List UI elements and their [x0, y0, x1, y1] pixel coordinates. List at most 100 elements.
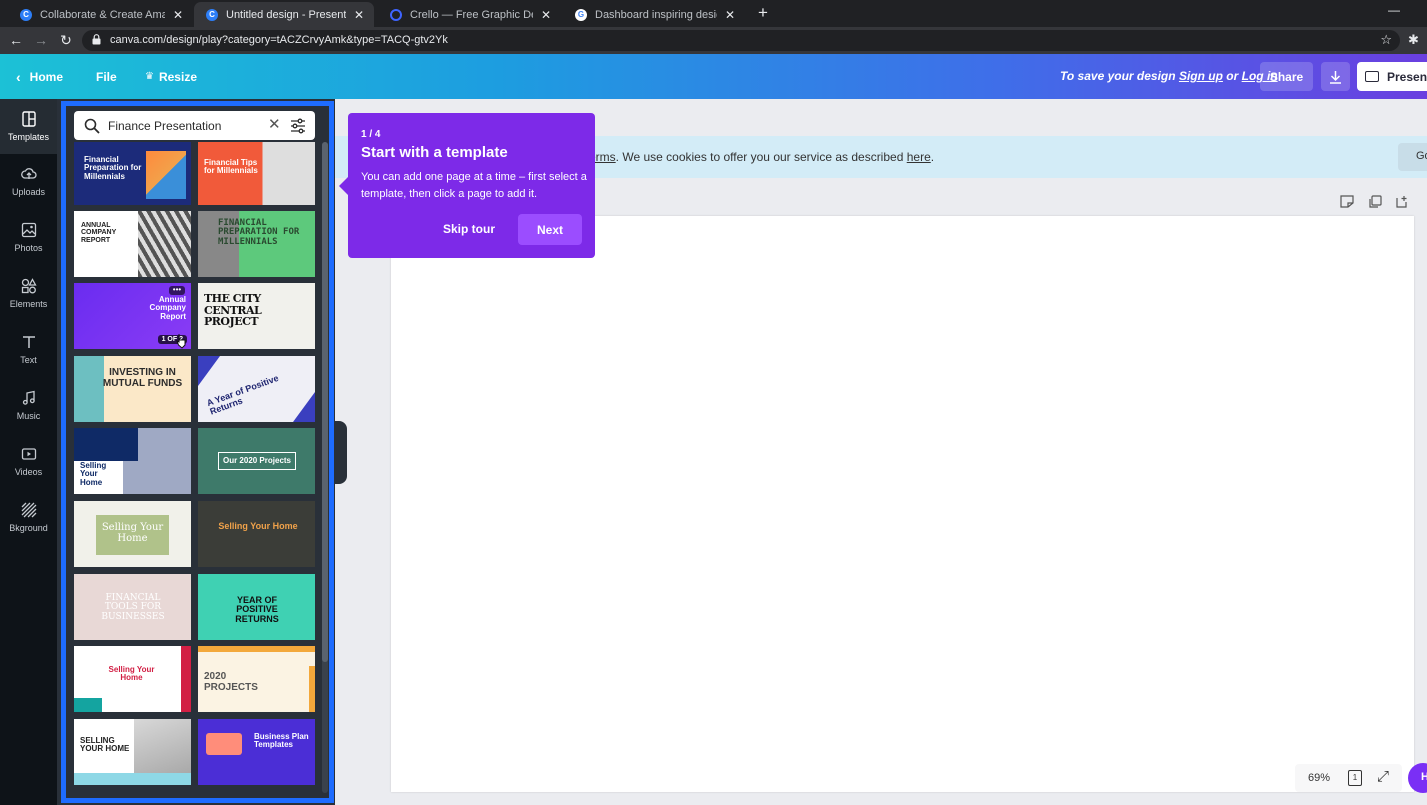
template-card[interactable]: Financial Preparation for Millennials: [74, 142, 191, 205]
duplicate-page-icon[interactable]: [1368, 195, 1382, 211]
browser-tab-active[interactable]: C Untitled design - Presentation (1 ✕: [194, 2, 374, 27]
crown-icon: ♛: [145, 71, 154, 82]
template-scrollbar[interactable]: [322, 142, 328, 793]
upload-icon: [20, 167, 37, 179]
template-title: ANNUAL COMPANY REPORT: [81, 222, 117, 244]
page-count-icon[interactable]: 1: [1348, 770, 1362, 786]
resize-button[interactable]: ♛ Resize: [145, 54, 197, 99]
template-title: Selling Your Home: [101, 522, 164, 544]
back-arrow-icon[interactable]: ←: [8, 32, 24, 48]
rail-item-templates[interactable]: Templates: [0, 99, 57, 154]
fullscreen-icon[interactable]: ⤢: [1377, 768, 1389, 785]
rail-label: Text: [20, 354, 37, 365]
browser-tab[interactable]: G Dashboard inspiring designs - Go ✕: [563, 2, 745, 27]
tab-label: Crello — Free Graphic Design So: [410, 8, 533, 21]
skip-tour-button[interactable]: Skip tour: [443, 222, 495, 236]
close-tab-icon[interactable]: ✕: [725, 8, 735, 22]
template-card[interactable]: Annual Company Report ••• 1 OF 2: [74, 283, 191, 349]
template-card[interactable]: Selling Your Home: [198, 501, 315, 567]
photo-icon: [21, 222, 36, 237]
template-card[interactable]: 2020 PROJECTS: [198, 646, 315, 712]
page-notes-icon[interactable]: [1340, 195, 1354, 211]
close-tab-icon[interactable]: ✕: [541, 8, 551, 22]
resize-label: Resize: [158, 69, 197, 84]
new-tab-icon[interactable]: +: [754, 4, 772, 22]
share-button[interactable]: Share: [1260, 62, 1313, 91]
url-field[interactable]: canva.com/design/play?category=tACZCrvyA…: [82, 30, 1400, 51]
tour-body: You can add one page at a time – first s…: [361, 171, 587, 200]
zoom-level[interactable]: 69%: [1308, 772, 1330, 784]
templates-icon: [21, 111, 36, 127]
browser-tab[interactable]: C Collaborate & Create Amazing G ✕: [8, 2, 193, 27]
design-page[interactable]: [391, 216, 1414, 792]
rail-label: Elements: [9, 298, 48, 309]
file-menu-button[interactable]: File: [96, 54, 117, 99]
here-link[interactable]: here: [907, 150, 931, 164]
more-options-icon[interactable]: •••: [169, 286, 185, 295]
template-card[interactable]: Selling Your Home: [74, 428, 191, 494]
extensions-icon[interactable]: ✱: [1408, 32, 1419, 48]
home-button[interactable]: ‹ Home: [16, 54, 63, 99]
rail-item-music[interactable]: Music: [0, 379, 57, 431]
download-icon: [1330, 70, 1341, 84]
minimize-icon[interactable]: —: [1388, 3, 1402, 17]
canva-icon: C: [206, 8, 218, 21]
rail-item-videos[interactable]: Videos: [0, 435, 57, 487]
next-button[interactable]: Next: [518, 214, 582, 245]
rail-item-text[interactable]: Text: [0, 323, 57, 375]
template-title: Financial Tips for Millennials: [204, 158, 258, 176]
download-button[interactable]: [1321, 62, 1350, 91]
browser-tab[interactable]: Crello — Free Graphic Design So ✕: [378, 2, 561, 27]
template-title: Business Plan Templates: [254, 732, 309, 750]
rail-label: Bkground: [9, 522, 48, 533]
template-card[interactable]: ANNUAL COMPANY REPORT: [74, 211, 191, 277]
template-card[interactable]: FINANCIAL PREPARATION FOR MILLENNIALS: [198, 211, 315, 277]
template-card[interactable]: Our 2020 Projects: [198, 428, 315, 494]
template-title: Selling Your Home: [80, 461, 107, 487]
elements-icon: [21, 277, 37, 293]
google-icon: G: [575, 8, 587, 21]
rail-item-uploads[interactable]: Uploads: [0, 155, 57, 207]
tab-label: Collaborate & Create Amazing G: [40, 8, 165, 21]
template-title: FINANCIAL TOOLS FOR BUSINESSES: [101, 593, 165, 622]
collapse-panel-handle[interactable]: [335, 421, 347, 484]
template-card[interactable]: A Year of Positive Returns: [198, 356, 315, 422]
tab-label: Dashboard inspiring designs - Go: [595, 8, 717, 21]
template-card[interactable]: SELLING YOUR HOME: [74, 719, 191, 785]
rail-label: Music: [16, 410, 41, 421]
template-title: SELLING YOUR HOME: [80, 736, 130, 754]
forward-arrow-icon[interactable]: →: [33, 32, 49, 48]
template-card[interactable]: Financial Tips for Millennials: [198, 142, 315, 205]
reload-icon[interactable]: ↻: [58, 32, 74, 48]
template-card[interactable]: Selling Your Home: [74, 501, 191, 567]
browser-tab-bar: C Collaborate & Create Amazing G ✕ C Unt…: [0, 0, 1427, 27]
sign-up-link[interactable]: Sign up: [1179, 69, 1223, 83]
search-input[interactable]: [108, 116, 268, 135]
template-card[interactable]: INVESTING IN MUTUAL FUNDS: [74, 356, 191, 422]
clear-search-icon[interactable]: ✕: [268, 117, 281, 133]
template-card[interactable]: FINANCIAL TOOLS FOR BUSINESSES: [74, 574, 191, 640]
template-card[interactable]: THE CITY CENTRAL PROJECT: [198, 283, 315, 349]
tab-label: Untitled design - Presentation (1: [226, 8, 346, 21]
template-card[interactable]: Selling Your Home: [74, 646, 191, 712]
template-card[interactable]: Business Plan Templates: [198, 719, 315, 785]
lock-icon: [92, 34, 101, 45]
background-icon: [21, 502, 36, 517]
add-page-icon[interactable]: [1396, 195, 1410, 211]
tour-title: Start with a template: [361, 144, 508, 161]
template-search: ✕: [74, 111, 315, 140]
rail-item-background[interactable]: Bkground: [0, 491, 57, 543]
bookmark-star-icon[interactable]: ☆: [1380, 32, 1392, 48]
zoom-controls: 69% 1 ⤢: [1295, 764, 1402, 792]
template-card[interactable]: YEAR OF POSITIVE RETURNS: [198, 574, 315, 640]
rail-item-photos[interactable]: Photos: [0, 211, 57, 263]
search-icon: [84, 118, 100, 134]
close-tab-icon[interactable]: ✕: [354, 8, 364, 22]
rail-item-elements[interactable]: Elements: [0, 267, 57, 319]
template-title: Selling Your Home: [108, 665, 155, 683]
present-button[interactable]: Present: [1357, 62, 1427, 91]
close-tab-icon[interactable]: ✕: [173, 8, 183, 22]
text-icon: [22, 335, 35, 348]
filter-icon[interactable]: [290, 118, 306, 134]
cookie-accept-button[interactable]: Go: [1398, 143, 1427, 171]
